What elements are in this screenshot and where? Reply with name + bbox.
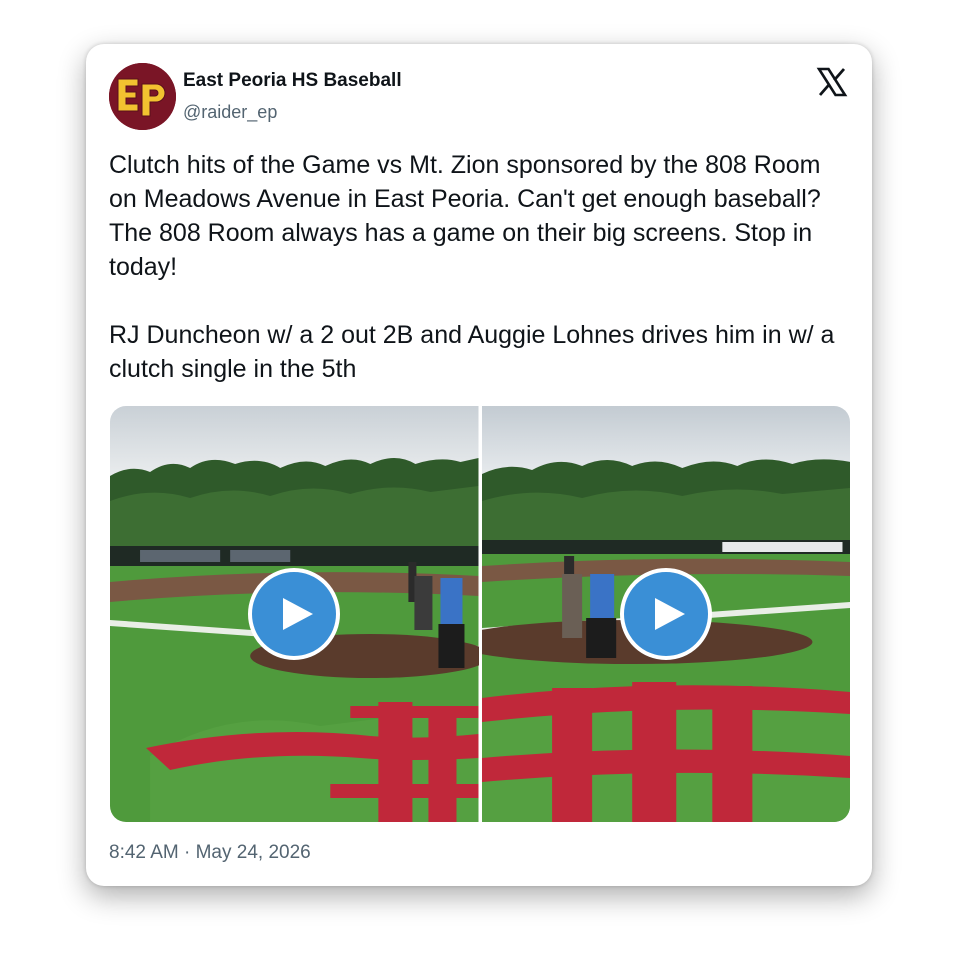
play-icon [283, 598, 313, 630]
media-grid [110, 406, 850, 822]
video-thumbnail[interactable] [481, 406, 850, 822]
author-name[interactable]: East Peoria HS Baseball [183, 70, 402, 92]
play-button[interactable] [619, 568, 712, 660]
tweet-paragraph: Clutch hits of the Game vs Mt. Zion spon… [109, 151, 821, 281]
tweet-text: Clutch hits of the Game vs Mt. Zion spon… [109, 148, 854, 386]
separator-dot: · [184, 842, 191, 863]
post-date: May 24, 2026 [195, 842, 311, 863]
author-handle[interactable]: @raider_ep [183, 102, 277, 123]
x-logo-icon[interactable] [816, 66, 848, 98]
post-timestamp[interactable]: 8:42 AM · May 24, 2026 [109, 842, 311, 864]
post-time: 8:42 AM [109, 842, 179, 863]
avatar[interactable] [109, 63, 176, 130]
ep-logo-icon [109, 63, 176, 130]
tweet-card: East Peoria HS Baseball @raider_ep Clutc… [86, 44, 872, 886]
tweet-paragraph: RJ Duncheon w/ a 2 out 2B and Auggie Loh… [109, 321, 835, 383]
video-thumbnail[interactable] [110, 406, 479, 822]
play-icon [654, 598, 685, 630]
play-button[interactable] [248, 568, 340, 660]
